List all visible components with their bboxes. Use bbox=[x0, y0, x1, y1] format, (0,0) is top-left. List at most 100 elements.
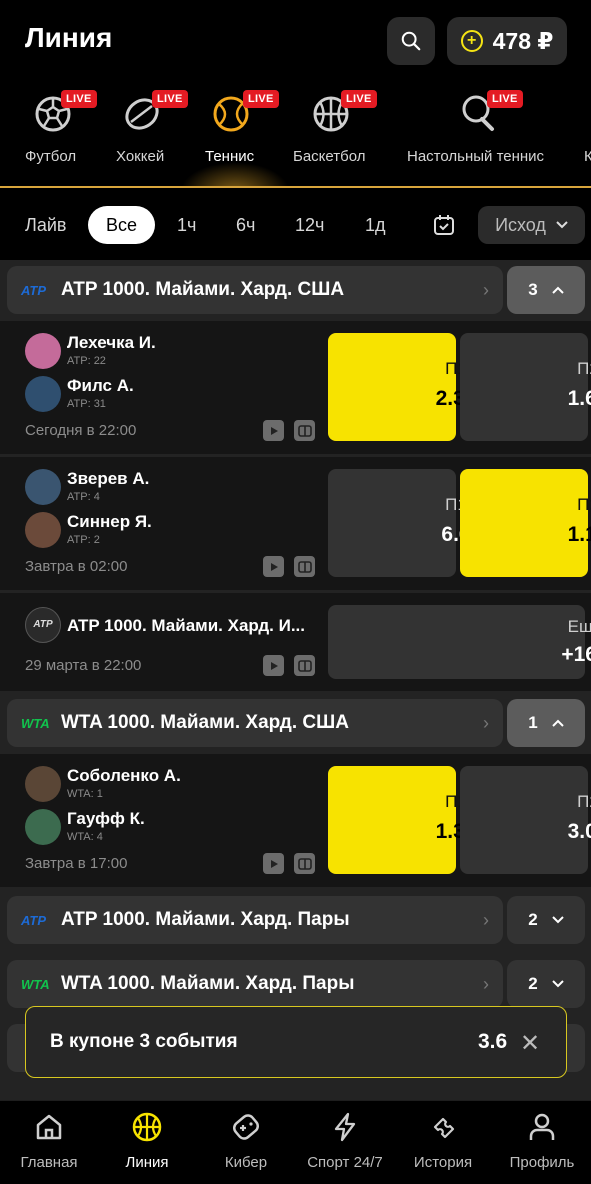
chevron-down-icon bbox=[552, 916, 564, 924]
sport-item-football[interactable]: LIVE Футбол bbox=[25, 84, 105, 184]
person-icon bbox=[529, 1113, 555, 1140]
filter-6h[interactable]: 6ч bbox=[236, 206, 255, 244]
sport-item-next[interactable]: К bbox=[584, 84, 591, 184]
league-name: WTA 1000. Майами. Хард. Пары bbox=[61, 973, 355, 994]
filter-1d[interactable]: 1д bbox=[365, 206, 386, 244]
calendar-icon[interactable] bbox=[433, 214, 455, 236]
chevron-right-icon: › bbox=[483, 909, 489, 930]
player-rank: ATP: 22 bbox=[67, 355, 106, 367]
sport-item-basketball[interactable]: LIVE Баскетбол bbox=[293, 84, 383, 184]
wta-logo: WTA bbox=[21, 976, 50, 992]
nav-item-line[interactable]: Линия bbox=[98, 1111, 196, 1177]
event-card[interactable]: Зверев А. ATP: 4 Синнер Я. ATP: 2 Завтра… bbox=[0, 457, 591, 590]
nav-label: Спорт 24/7 bbox=[307, 1154, 383, 1171]
nav-label: История bbox=[413, 1154, 473, 1171]
odd-p2-button[interactable]: П2 1.63 bbox=[460, 333, 591, 441]
coupon-toast[interactable]: В купоне 3 события 3.6 ✕ bbox=[25, 1006, 567, 1078]
nav-label: Профиль bbox=[509, 1154, 575, 1171]
league-header[interactable]: WTA WTA 1000. Майами. Хард. Пары › bbox=[7, 960, 503, 1008]
event-time: Завтра в 02:00 bbox=[25, 558, 128, 575]
event-icons bbox=[263, 853, 315, 874]
player-name: Лехечка И. bbox=[67, 333, 156, 352]
more-markets-button[interactable]: Ещё +162 bbox=[328, 605, 591, 679]
sport-item-tennis[interactable]: LIVE Теннис bbox=[205, 84, 285, 184]
league-count: 3 bbox=[528, 280, 538, 299]
atp-logo: ATP bbox=[33, 619, 53, 630]
search-button[interactable] bbox=[387, 17, 435, 65]
nav-label: Кибер bbox=[224, 1154, 268, 1171]
scoreboard-icon bbox=[294, 556, 315, 577]
league-header[interactable]: ATP ATP 1000. Майами. Хард. США › bbox=[7, 266, 503, 314]
chevron-right-icon: › bbox=[483, 973, 489, 994]
player-avatar bbox=[25, 333, 61, 369]
sport-label: Настольный теннис bbox=[407, 148, 545, 165]
league-name: ATP 1000. Майами. Хард. Пары bbox=[61, 909, 350, 930]
search-icon bbox=[401, 31, 421, 51]
balance-button[interactable]: + 478 ₽ bbox=[447, 17, 567, 65]
event-card[interactable]: ATP ATP 1000. Майами. Хард. И... 29 март… bbox=[0, 593, 591, 691]
player-rank: WTA: 1 bbox=[67, 788, 103, 800]
gamepad-icon bbox=[232, 1114, 260, 1140]
league-name: WTA 1000. Майами. Хард. США bbox=[61, 712, 349, 733]
chevron-up-icon bbox=[552, 719, 564, 727]
filter-12h[interactable]: 12ч bbox=[295, 206, 324, 244]
wta-logo: WTA bbox=[21, 715, 50, 731]
odd-p1-button[interactable]: П1 6.6 bbox=[328, 469, 471, 577]
odd-p2-button[interactable]: П2 1.12 bbox=[460, 469, 591, 577]
sport-item-hockey[interactable]: LIVE Хоккей bbox=[116, 84, 196, 184]
league-count: 2 bbox=[528, 910, 538, 929]
close-icon[interactable]: ✕ bbox=[520, 1029, 540, 1058]
app-header: Линия + 478 ₽ bbox=[0, 0, 591, 84]
nav-item-home[interactable]: Главная bbox=[0, 1111, 98, 1177]
filter-all[interactable]: Все bbox=[88, 206, 156, 244]
sport-item-table-tennis[interactable]: LIVE Настольный теннис bbox=[407, 84, 557, 184]
league-header[interactable]: ATP ATP 1000. Майами. Хард. Пары › bbox=[7, 896, 503, 944]
video-play-icon bbox=[263, 655, 284, 676]
league-header[interactable]: WTA WTA 1000. Майами. Хард. США › bbox=[7, 699, 503, 747]
player-avatar bbox=[25, 376, 61, 412]
odd-p2-button[interactable]: П2 3.05 bbox=[460, 766, 591, 874]
event-icons bbox=[263, 556, 315, 577]
league-count: 1 bbox=[528, 713, 538, 732]
odd-p1-button[interactable]: П1 2.35 bbox=[328, 333, 476, 441]
nav-item-history[interactable]: История bbox=[394, 1111, 492, 1177]
sport-label: К bbox=[584, 148, 591, 165]
nav-item-sport-247[interactable]: Спорт 24/7 bbox=[296, 1111, 394, 1177]
player-avatar bbox=[25, 766, 61, 802]
league-count: 2 bbox=[528, 974, 538, 993]
outcome-dropdown[interactable]: Исход bbox=[478, 206, 585, 244]
event-time: Сегодня в 22:00 bbox=[25, 422, 137, 439]
league-expand-button[interactable]: 2 bbox=[507, 960, 585, 1008]
nav-label: Линия bbox=[125, 1154, 169, 1171]
league-collapse-button[interactable]: 1 bbox=[507, 699, 585, 747]
nav-label: Главная bbox=[20, 1154, 78, 1171]
event-card[interactable]: Соболенко А. WTA: 1 Гауфф К. WTA: 4 Завт… bbox=[0, 754, 591, 887]
league-collapse-button[interactable]: 3 bbox=[507, 266, 585, 314]
coin-plus-icon: + bbox=[460, 30, 483, 52]
player-rank: ATP: 31 bbox=[67, 398, 106, 410]
player-name: Филс А. bbox=[67, 376, 134, 395]
nav-item-profile[interactable]: Профиль bbox=[493, 1111, 591, 1177]
filter-1h[interactable]: 1ч bbox=[177, 206, 196, 244]
page-title: Линия bbox=[25, 22, 113, 53]
event-time: Завтра в 17:00 bbox=[25, 855, 128, 872]
events-list: ATP ATP 1000. Майами. Хард. США › 3 Лехе… bbox=[0, 260, 591, 1100]
live-badge: LIVE bbox=[341, 90, 377, 108]
odd-p1-button[interactable]: П1 1.37 bbox=[328, 766, 476, 874]
odd-label: П2 bbox=[577, 359, 591, 378]
live-badge: LIVE bbox=[487, 90, 523, 108]
event-icons bbox=[263, 655, 315, 676]
scoreboard-icon bbox=[294, 420, 315, 441]
tournament-name: ATP 1000. Майами. Хард. И... bbox=[67, 616, 305, 635]
league-expand-button[interactable]: 2 bbox=[507, 896, 585, 944]
event-icons bbox=[263, 420, 315, 441]
sport-label: Теннис bbox=[205, 148, 255, 165]
chevron-right-icon: › bbox=[483, 279, 489, 300]
chevron-right-icon: › bbox=[483, 712, 489, 733]
nav-item-cyber[interactable]: Кибер bbox=[197, 1111, 295, 1177]
chevron-down-icon bbox=[552, 980, 564, 988]
filter-live[interactable]: Лайв bbox=[25, 206, 66, 244]
player-name: Гауфф К. bbox=[67, 809, 145, 828]
chevron-up-icon bbox=[552, 286, 564, 294]
event-card[interactable]: Лехечка И. ATP: 22 Филс А. ATP: 31 Сегод… bbox=[0, 321, 591, 454]
